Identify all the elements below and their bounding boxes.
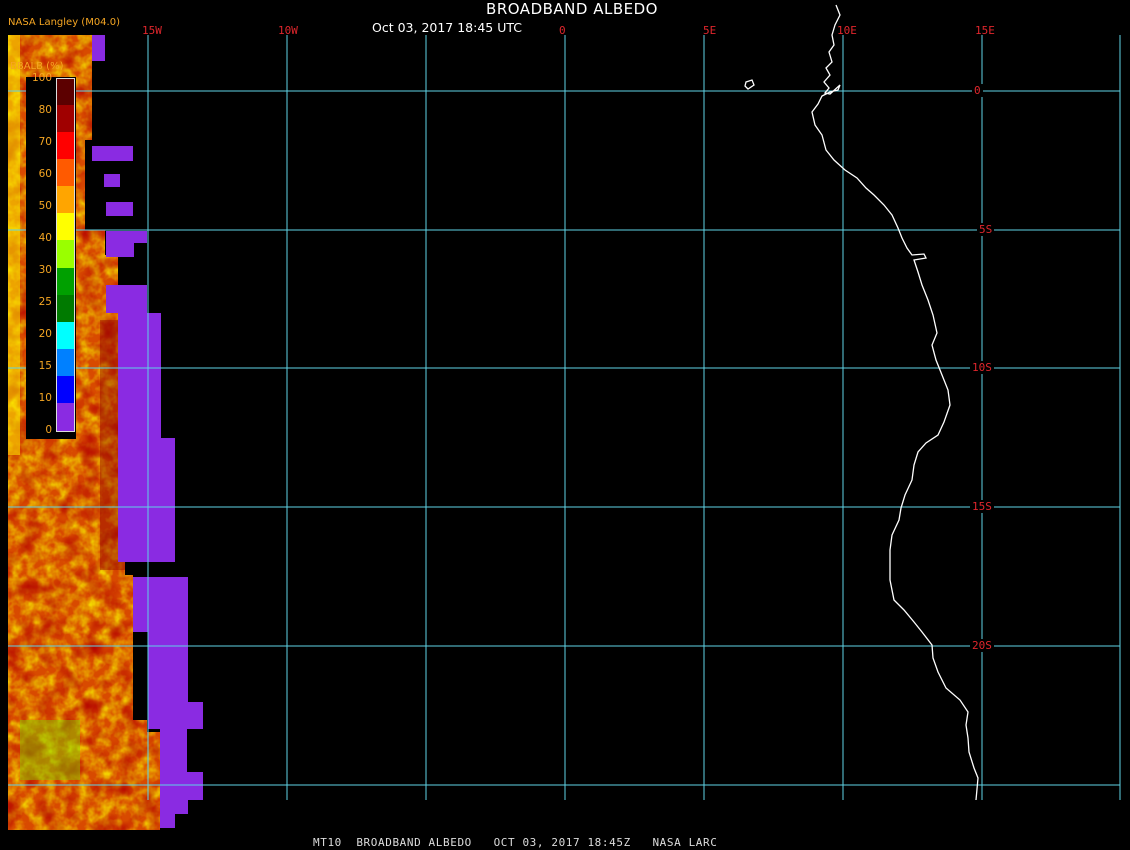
lat-label-15s: 15S [970,500,994,513]
legend-tick-label: 10 [38,392,52,404]
legend-frame [56,78,75,432]
lon-label-10w: 10W [278,24,298,37]
product-credit: NASA Langley (M04.0) [8,17,120,28]
legend-tick-label: 15 [38,360,52,372]
lon-label-10e: 10E [837,24,857,37]
legend-tick-label: 25 [38,296,52,308]
legend-tick-label: 50 [38,200,52,212]
legend-tick-label: 80 [38,104,52,116]
lon-label-5e: 5E [703,24,717,37]
lon-label-0: 0 [559,24,566,37]
legend-tick-label: 70 [38,136,52,148]
footer-caption: MT10 BROADBAND ALBEDO OCT 03, 2017 18:45… [313,836,718,849]
lat-label-5s: 5S [977,223,995,236]
legend-tick-label: 40 [38,232,52,244]
lat-label-20s: 20S [970,639,994,652]
map-canvas [8,4,1121,830]
coastline [744,4,979,801]
legend-tick-label: 60 [38,168,52,180]
legend-tick-label: 20 [38,328,52,340]
lat-label-10s: 10S [970,361,994,374]
map-title: BROADBAND ALBEDO [486,0,658,18]
lon-label-15e: 15E [975,24,995,37]
legend-tick-label: 30 [38,264,52,276]
lat-label-0: 0 [972,84,983,97]
legend-title: BBALB (%) [10,61,64,72]
legend-tick-label: 0 [45,424,52,436]
legend-tick-label: 100 [31,72,52,84]
lon-label-15w: 15W [142,24,162,37]
